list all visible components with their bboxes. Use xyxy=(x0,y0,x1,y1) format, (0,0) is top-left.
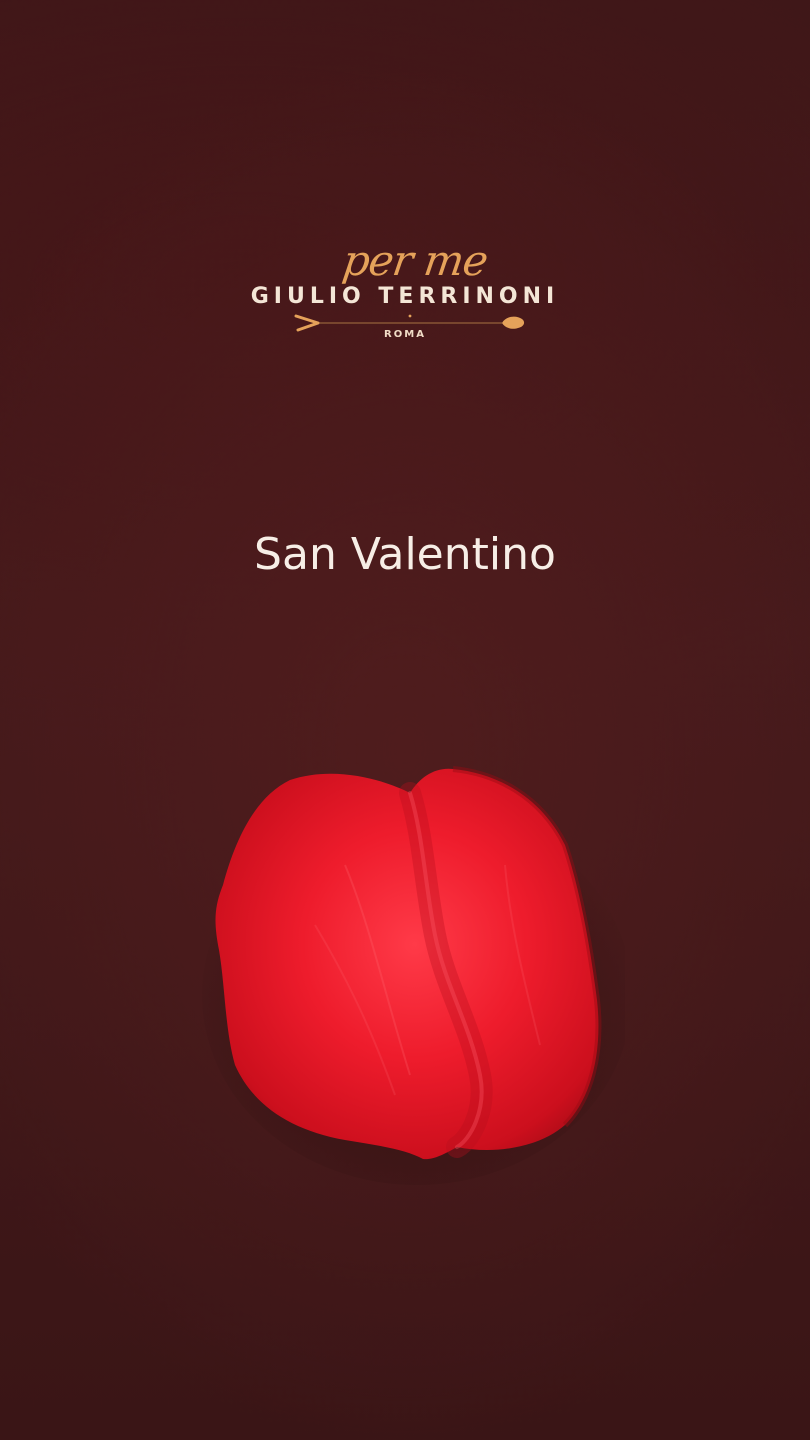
valentine-promo-screen: { "brand": { "script": "per me", "name":… xyxy=(0,0,810,1440)
logo-script-text: per me xyxy=(339,236,491,285)
page-title: San Valentino xyxy=(254,529,556,580)
rose-petal-image xyxy=(202,766,625,1185)
logo-city: ROMA xyxy=(384,329,426,340)
brand-logo: per me GIULIO TERRINONI ROMA xyxy=(0,236,810,350)
